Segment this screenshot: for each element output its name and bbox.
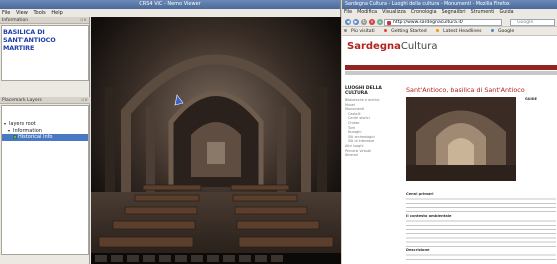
bookmark-google[interactable]: Google xyxy=(490,29,518,34)
bookmark-label: Più visitati xyxy=(351,29,375,34)
article-body: Cenni primari Il contesto ambientale Des… xyxy=(406,192,556,261)
guide-box: GUIDE xyxy=(525,97,537,101)
reload-icon[interactable]: ↻ xyxy=(361,19,367,25)
basilica-photo[interactable] xyxy=(406,97,516,181)
menu-help[interactable]: Help xyxy=(51,10,62,16)
church-render xyxy=(91,17,341,264)
paragraph-placeholder xyxy=(406,197,556,214)
browser-menu-bar: File Modifica Visualizza Cronologia Segn… xyxy=(342,9,557,17)
navigation-toolbar: ◀ ▶ ↻ × ⌂ http://www.sardegnacultura.it/… xyxy=(342,17,557,27)
browser-title-bar[interactable]: Sardegna Cultura - Luoghi della cultura … xyxy=(342,0,557,9)
information-panel: BASILICA DI SANT'ANTIOCO MARTIRE xyxy=(1,25,89,81)
information-panel-title: Information xyxy=(2,18,29,23)
site-favicon-icon xyxy=(387,20,391,25)
menu-tools[interactable]: Tools xyxy=(33,10,45,16)
information-panel-header: Information ▫× xyxy=(0,17,89,24)
address-bar[interactable]: http://www.sardegnacultura.it/ xyxy=(384,18,502,26)
search-box-placeholder: Google xyxy=(517,19,534,25)
viewer-side-panel: Information ▫× BASILICA DI SANT'ANTIOCO … xyxy=(0,17,90,264)
menu-cronologia[interactable]: Cronologia xyxy=(411,10,437,15)
viewer-title-bar[interactable]: CRS4 ViC - Nemo Viewer xyxy=(0,0,340,9)
menu-segnalibri[interactable]: Segnalibri xyxy=(442,10,466,15)
desktop: CRS4 ViC - Nemo Viewer File View Tools H… xyxy=(0,0,557,264)
monument-title-line-1: BASILICA DI xyxy=(3,28,45,36)
panel-close-icon[interactable]: ▫× xyxy=(80,17,87,24)
menu-view[interactable]: View xyxy=(16,10,28,16)
layers-panel-title: Placemark Layers xyxy=(2,98,42,103)
site-subnavigation-bar[interactable] xyxy=(345,71,557,75)
bookmark-label: Latest Headlines xyxy=(443,29,482,34)
menu-guida[interactable]: Guida xyxy=(500,10,514,15)
tree-item-historical-info[interactable]: Historical Info xyxy=(2,134,88,141)
placemark-icon xyxy=(13,134,17,139)
menu-strumenti[interactable]: Strumenti xyxy=(471,10,495,15)
stop-icon[interactable]: × xyxy=(369,19,375,25)
bookmark-latest-headlines[interactable]: Latest Headlines xyxy=(436,29,485,34)
home-icon[interactable]: ⌂ xyxy=(377,19,383,25)
address-bar-url: http://www.sardegnacultura.it/ xyxy=(393,19,463,25)
basilica-photo-image xyxy=(406,97,516,181)
sidebar-item[interactable]: Itinerari xyxy=(345,153,392,158)
logo-part-1: Sardegna xyxy=(347,41,401,52)
tree-item-label: Historical Info xyxy=(18,134,53,140)
bookmark-label: Getting Started xyxy=(391,29,427,34)
bookmark-most-visited[interactable]: Più visitati xyxy=(344,29,379,34)
monument-title-line-3: MARTIRE xyxy=(3,44,35,52)
tree-item-information[interactable]: ▾ Information xyxy=(2,127,88,134)
firefox-icon xyxy=(384,29,388,32)
logo-part-2: Cultura xyxy=(400,41,438,52)
page-title: Sant'Antioco, basilica di Sant'Antioco xyxy=(406,86,525,94)
web-page: SardegnaCultura LUOGHI DELLA CULTURA Bib… xyxy=(342,36,557,264)
main-content: Sant'Antioco, basilica di Sant'Antioco G… xyxy=(406,86,556,261)
bookmark-label: Google xyxy=(497,29,515,34)
site-sidebar: LUOGHI DELLA CULTURA Biblioteche e archi… xyxy=(345,86,392,158)
monument-title-line-2: SANT'ANTIOCO xyxy=(3,36,56,44)
sidebar-title: LUOGHI DELLA CULTURA xyxy=(345,86,382,96)
panel-close-icon[interactable]: ▫× xyxy=(81,97,88,104)
firefox-window: Sardegna Cultura - Luoghi della cultura … xyxy=(342,0,557,264)
site-navigation-bar[interactable] xyxy=(345,65,557,70)
sardegna-cultura-logo[interactable]: SardegnaCultura xyxy=(347,41,437,53)
bookmark-getting-started[interactable]: Getting Started xyxy=(384,29,431,34)
search-box[interactable]: Google xyxy=(510,18,555,26)
menu-modifica[interactable]: Modifica xyxy=(357,10,377,15)
bookmark-icon xyxy=(344,29,347,32)
paragraph-placeholder xyxy=(406,219,556,248)
viewer-menu-bar: File View Tools Help xyxy=(0,9,340,17)
google-icon xyxy=(490,29,494,32)
back-arrow-icon[interactable]: ◀ xyxy=(345,19,351,25)
paragraph-placeholder xyxy=(406,253,556,261)
tree-item-layers-root[interactable]: ▾ layers root xyxy=(2,120,88,127)
nemo-viewer-window: CRS4 ViC - Nemo Viewer File View Tools H… xyxy=(0,0,341,264)
3d-church-interior-view[interactable] xyxy=(91,17,341,264)
rss-icon xyxy=(436,29,440,32)
forward-arrow-icon[interactable]: ▶ xyxy=(353,19,359,25)
menu-file[interactable]: File xyxy=(344,10,352,15)
menu-file[interactable]: File xyxy=(2,10,10,16)
layers-tree: ▾ layers root ▾ Information Historical Inf… xyxy=(1,105,89,255)
guide-title: GUIDE xyxy=(525,97,537,101)
bookmarks-toolbar: Più visitati Getting Started Latest Head… xyxy=(342,27,557,36)
menu-visualizza[interactable]: Visualizza xyxy=(382,10,406,15)
layers-panel-header: Placemark Layers ▫× xyxy=(0,97,90,104)
